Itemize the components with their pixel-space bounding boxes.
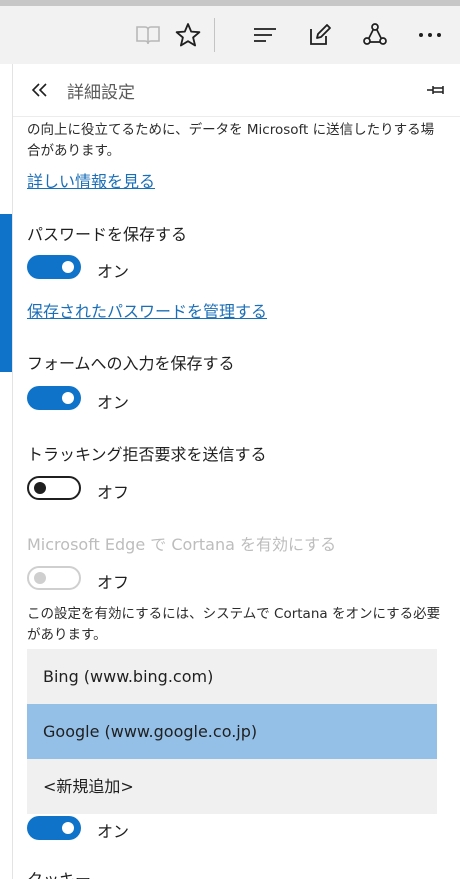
cortana-toggle <box>27 566 81 590</box>
do-not-track-state: オフ <box>97 483 130 502</box>
cortana-state: オフ <box>97 573 130 592</box>
dropdown-option-bing[interactable]: Bing (www.bing.com) <box>27 649 437 704</box>
page-background-edge <box>0 64 13 879</box>
do-not-track-label: トラッキング拒否要求を送信する <box>27 445 267 464</box>
intro-text: の向上に役立てるために、データを Microsoft に送信したりする場合があり… <box>27 122 435 159</box>
dropdown-option-google[interactable]: Google (www.google.co.jp) <box>27 704 437 759</box>
manage-passwords-link[interactable]: 保存されたパスワードを管理する <box>27 298 447 322</box>
toolbar-separator <box>214 18 215 52</box>
cortana-label: Microsoft Edge で Cortana を有効にする <box>27 535 337 554</box>
panel-title: 詳細設定 <box>67 83 135 103</box>
save-passwords-label: パスワードを保存する <box>27 225 188 244</box>
reading-view-icon[interactable] <box>128 14 168 56</box>
save-form-entries-label: フォームへの入力を保存する <box>27 354 235 373</box>
panel-header: 詳細設定 <box>13 64 460 117</box>
hub-icon[interactable] <box>245 14 285 56</box>
share-icon[interactable] <box>355 14 395 56</box>
save-passwords-toggle[interactable] <box>27 255 81 279</box>
web-note-icon[interactable] <box>300 14 340 56</box>
toggle-knob <box>34 482 46 494</box>
cortana-note: この設定を有効にするには、システムで Cortana をオンにする必要があります… <box>27 606 441 643</box>
save-form-entries-toggle[interactable] <box>27 386 81 410</box>
save-passwords-state: オン <box>97 262 130 281</box>
toggle-knob <box>62 392 74 404</box>
back-chevron-icon[interactable] <box>27 76 53 104</box>
toggle-knob <box>62 261 74 273</box>
dropdown-option-add-new[interactable]: <新規追加> <box>27 759 437 814</box>
save-form-entries-state: オン <box>97 393 130 412</box>
advanced-settings-panel: 詳細設定 の向上に役立てるために、データを Microsoft に送信したりする… <box>13 64 460 879</box>
learn-more-link[interactable]: 詳しい情報を見る <box>27 168 447 192</box>
cookies-heading: クッキー <box>27 866 447 879</box>
favorites-star-icon[interactable] <box>168 14 208 56</box>
browser-toolbar <box>0 6 460 65</box>
do-not-track-toggle[interactable] <box>27 476 81 500</box>
pin-icon[interactable] <box>424 78 450 102</box>
more-icon[interactable] <box>410 14 450 56</box>
toggle-knob <box>34 572 46 584</box>
search-provider-dropdown[interactable]: Bing (www.bing.com) Google (www.google.c… <box>27 649 437 814</box>
search-suggestions-state: オン <box>97 822 130 841</box>
toggle-knob <box>62 822 74 834</box>
page-accent-strip <box>0 214 12 372</box>
search-suggestions-toggle[interactable] <box>27 816 81 840</box>
